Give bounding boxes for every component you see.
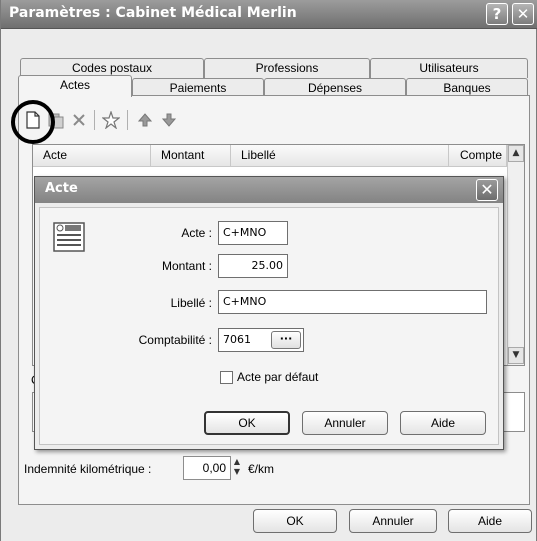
acte-input[interactable]: C+MNO — [218, 221, 288, 245]
km-unit: €/km — [248, 462, 275, 476]
help-main-button[interactable]: Aide — [448, 509, 532, 533]
dialog-help-button[interactable]: Aide — [400, 411, 486, 435]
highlight-circle — [11, 100, 55, 144]
help-button[interactable]: ? — [486, 3, 508, 25]
dialog-title-bar[interactable]: Acte ✕ — [35, 177, 503, 203]
ok-button[interactable]: OK — [253, 509, 337, 533]
km-input[interactable]: 0,00 — [183, 456, 231, 480]
default-checkbox[interactable] — [220, 371, 233, 384]
montant-label: Montant : — [161, 259, 212, 273]
acte-dialog: Acte ✕ Acte : C+MNO Montant : 25.00 Libe… — [34, 176, 504, 450]
browse-button[interactable]: ··· — [271, 331, 301, 349]
dialog-close-button[interactable]: ✕ — [476, 179, 498, 201]
dialog-title: Acte — [45, 181, 78, 196]
cancel-button[interactable]: Annuler — [349, 509, 437, 533]
km-label: Indemnité kilométrique : — [24, 462, 152, 476]
list-scrollbar[interactable]: ▲ ▼ — [507, 145, 524, 365]
default-checkbox-label: Acte par défaut — [237, 370, 319, 384]
comptabilite-value: 7061 — [223, 333, 251, 346]
libelle-input[interactable]: C+MNO — [218, 290, 487, 314]
toolbar-separator — [94, 110, 95, 130]
scroll-up-icon[interactable]: ▲ — [508, 145, 524, 162]
dialog-cancel-button[interactable]: Annuler — [302, 411, 388, 435]
comptabilite-input[interactable]: 7061 ··· — [218, 328, 304, 352]
toolbar-separator — [127, 110, 128, 130]
window-title: Paramètres : Cabinet Médical Merlin — [9, 5, 297, 21]
column-libelle[interactable]: Libellé — [231, 145, 449, 167]
form-document-icon — [52, 220, 88, 259]
tab-actes[interactable]: Actes — [18, 75, 132, 97]
delete-icon[interactable] — [68, 109, 90, 131]
arrow-up-icon[interactable] — [134, 109, 156, 131]
column-montant[interactable]: Montant — [151, 145, 231, 167]
tab-utilisateurs[interactable]: Utilisateurs — [370, 58, 528, 78]
tab-professions[interactable]: Professions — [204, 58, 370, 78]
window-close-button[interactable]: ✕ — [512, 3, 534, 25]
dialog-ok-button[interactable]: OK — [204, 411, 290, 435]
arrow-down-icon[interactable] — [158, 109, 180, 131]
title-bar[interactable]: Paramètres : Cabinet Médical Merlin ? ✕ — [1, 0, 537, 29]
star-icon[interactable] — [100, 109, 122, 131]
acte-label: Acte : — [181, 226, 212, 240]
scroll-down-icon[interactable]: ▼ — [508, 347, 524, 364]
libelle-label: Libellé : — [170, 296, 212, 310]
dialog-body: Acte : C+MNO Montant : 25.00 Libellé : C… — [39, 207, 499, 445]
column-compte[interactable]: Compte — [449, 145, 507, 167]
km-spinner-icon[interactable]: ▲ ▼ — [231, 457, 243, 479]
comptabilite-label: Comptabilité : — [138, 333, 212, 347]
column-acte[interactable]: Acte — [33, 145, 151, 167]
montant-input[interactable]: 25.00 — [218, 254, 288, 278]
